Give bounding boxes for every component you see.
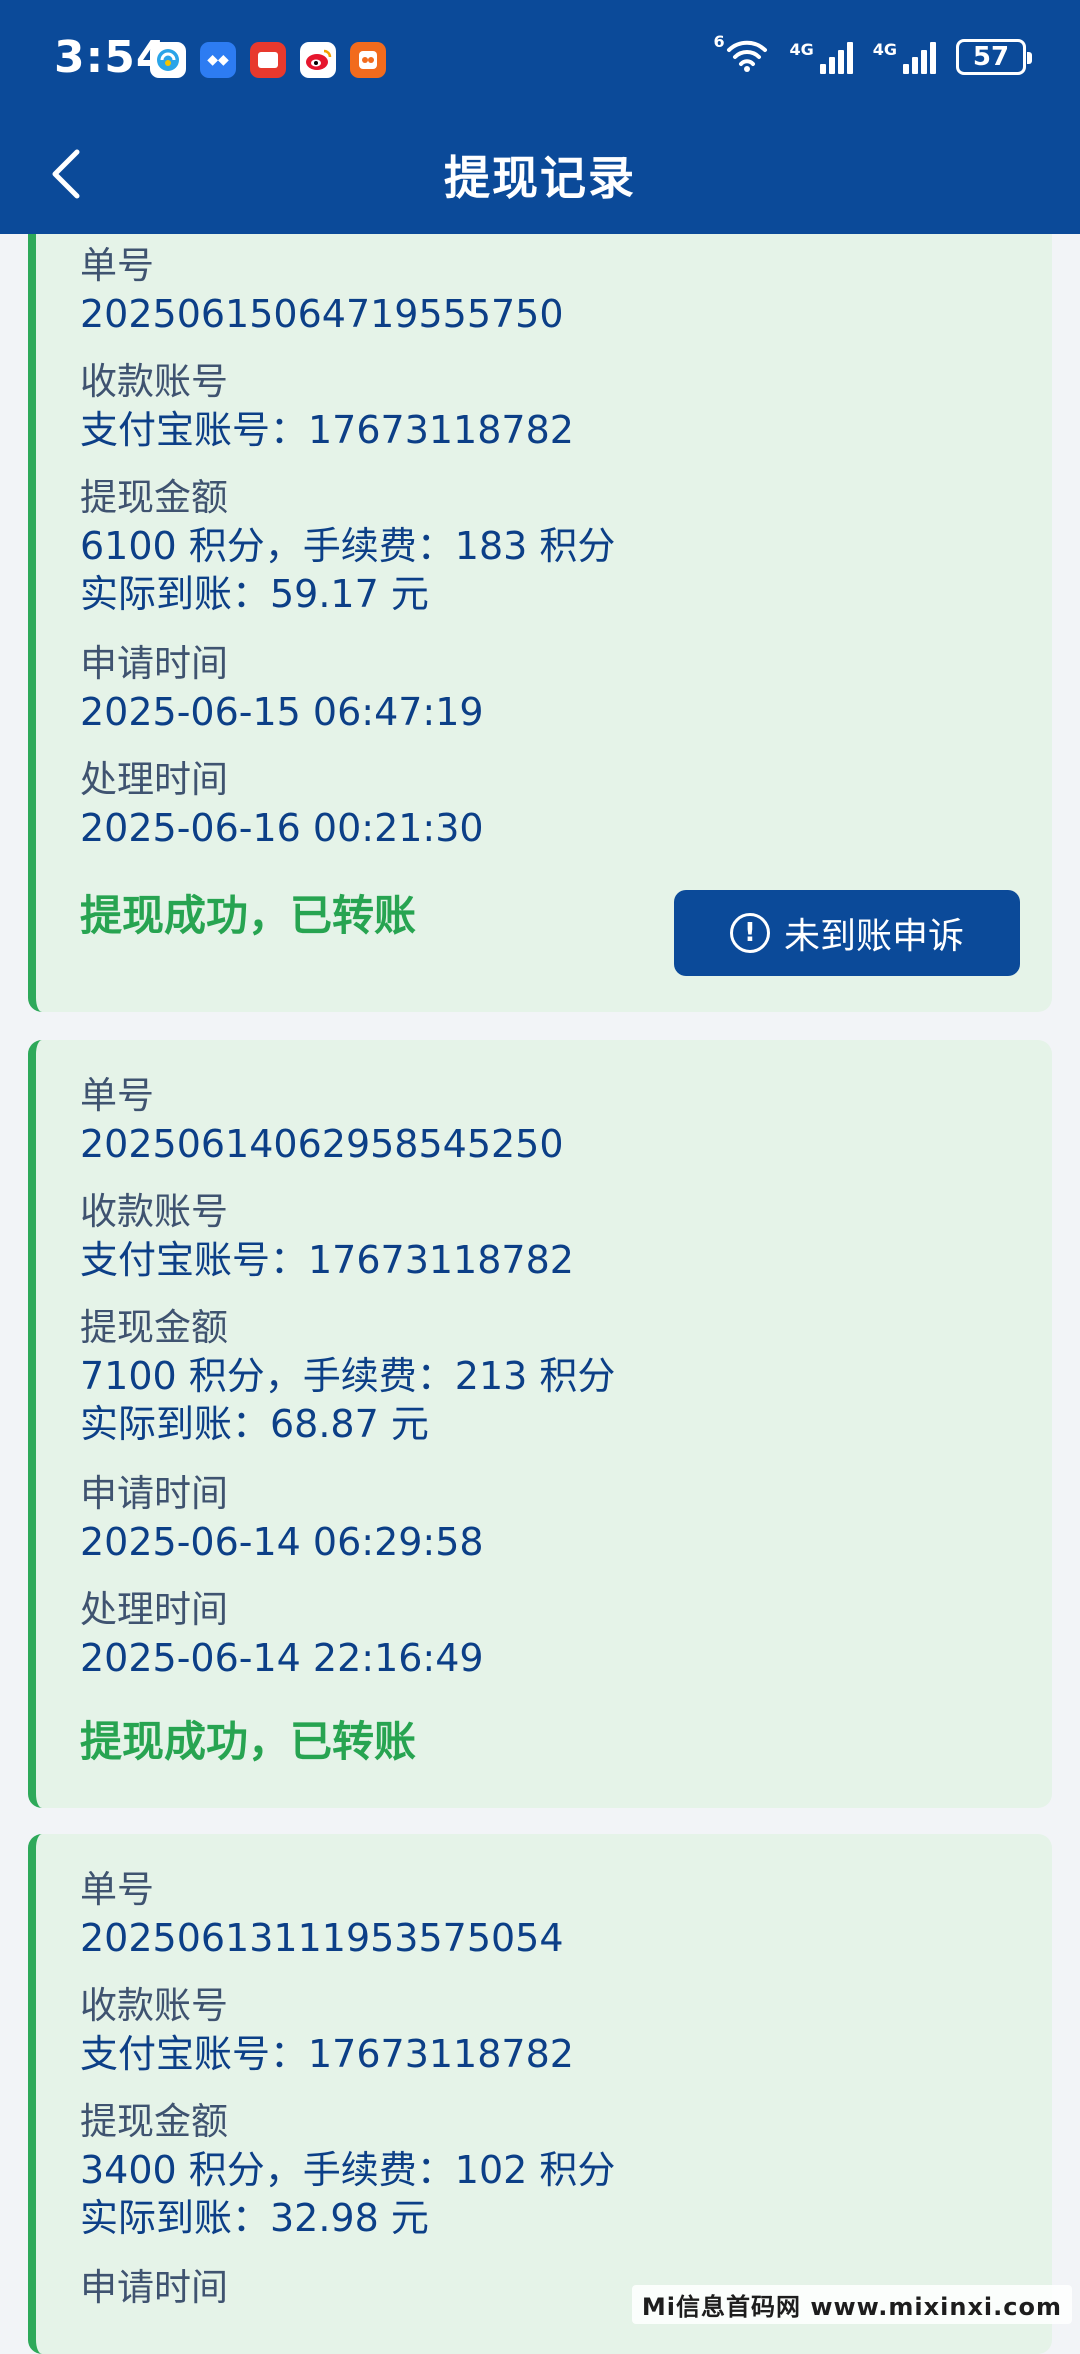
apply-time-field: 申请时间 2025-06-14 06:29:58 bbox=[80, 1470, 484, 1566]
amount-label: 提现金额 bbox=[80, 1304, 615, 1352]
order-no-value: 20250613111953575054 bbox=[80, 1914, 564, 1962]
order-no-field: 单号 20250613111953575054 bbox=[80, 1866, 564, 1962]
amount-field: 提现金额 6100 积分，手续费：183 积分 实际到账：59.17 元 bbox=[80, 474, 615, 618]
nav-bar: 提现记录 bbox=[0, 124, 1080, 234]
process-time-field: 处理时间 2025-06-16 00:21:30 bbox=[80, 756, 484, 852]
apply-time-label: 申请时间 bbox=[80, 2264, 228, 2312]
process-time-label: 处理时间 bbox=[80, 756, 484, 804]
account-field: 收款账号 支付宝账号：17673118782 bbox=[80, 1982, 574, 2078]
order-no-field: 单号 20250614062958545250 bbox=[80, 1072, 564, 1168]
status-bar: 3:54 ◆◆ 6 4G bbox=[0, 0, 1080, 124]
account-label: 收款账号 bbox=[80, 1982, 574, 2030]
amount-value: 7100 积分，手续费：213 积分 bbox=[80, 1352, 615, 1400]
amount-label: 提现金额 bbox=[80, 474, 615, 522]
cell-signal-icon: 4G bbox=[789, 40, 852, 74]
order-no-value: 20250614062958545250 bbox=[80, 1120, 564, 1168]
watermark: Mi信息首码网 www.mixinxi.com bbox=[632, 2285, 1072, 2324]
chat-notification-icon: ◆◆ bbox=[200, 42, 236, 78]
actual-amount-value: 实际到账：68.87 元 bbox=[80, 1400, 615, 1448]
signal-label-2: 4G bbox=[873, 40, 897, 59]
notification-icons: ◆◆ bbox=[150, 42, 386, 78]
order-no-field: 单号 20250615064719555750 bbox=[80, 242, 564, 338]
account-label: 收款账号 bbox=[80, 358, 574, 406]
apply-time-label: 申请时间 bbox=[80, 1470, 484, 1518]
order-no-label: 单号 bbox=[80, 1072, 564, 1120]
process-time-field: 处理时间 2025-06-14 22:16:49 bbox=[80, 1586, 484, 1682]
status-text: 提现成功，已转账 bbox=[80, 1708, 416, 1769]
process-time-label: 处理时间 bbox=[80, 1586, 484, 1634]
status-text: 提现成功，已转账 bbox=[80, 882, 416, 943]
record-card: 单号 20250613111953575054 收款账号 支付宝账号：17673… bbox=[28, 1834, 1052, 2354]
actual-amount-value: 实际到账：32.98 元 bbox=[80, 2194, 615, 2242]
signal-label: 4G bbox=[789, 40, 813, 59]
process-time-value: 2025-06-16 00:21:30 bbox=[80, 804, 484, 852]
order-no-value: 20250615064719555750 bbox=[80, 290, 564, 338]
shopping-icon bbox=[350, 42, 386, 78]
apply-time-value: 2025-06-15 06:47:19 bbox=[80, 688, 484, 736]
amount-field: 提现金额 3400 积分，手续费：102 积分 实际到账：32.98 元 bbox=[80, 2098, 615, 2242]
apply-time-value: 2025-06-14 06:29:58 bbox=[80, 1518, 484, 1566]
wifi-icon: 6 bbox=[725, 38, 769, 76]
account-field: 收款账号 支付宝账号：17673118782 bbox=[80, 1188, 574, 1284]
account-value: 支付宝账号：17673118782 bbox=[80, 1236, 574, 1284]
order-no-label: 单号 bbox=[80, 242, 564, 290]
account-value: 支付宝账号：17673118782 bbox=[80, 406, 574, 454]
record-card: 单号 20250614062958545250 收款账号 支付宝账号：17673… bbox=[28, 1040, 1052, 1808]
app-notification-icon bbox=[150, 42, 186, 78]
cell-signal-icon-2: 4G bbox=[873, 40, 936, 74]
record-card: 单号 20250615064719555750 收款账号 支付宝账号：17673… bbox=[28, 200, 1052, 1012]
app-header: 3:54 ◆◆ 6 4G bbox=[0, 0, 1080, 234]
appeal-button[interactable]: ! 未到账申诉 bbox=[674, 890, 1020, 976]
weibo-icon bbox=[300, 42, 336, 78]
account-label: 收款账号 bbox=[80, 1188, 574, 1236]
page-title: 提现记录 bbox=[0, 142, 1080, 208]
account-field: 收款账号 支付宝账号：17673118782 bbox=[80, 358, 574, 454]
apply-time-field: 申请时间 bbox=[80, 2264, 228, 2312]
apply-time-label: 申请时间 bbox=[80, 640, 484, 688]
mail-notification-icon bbox=[250, 42, 286, 78]
battery-icon: 57 bbox=[956, 39, 1026, 75]
amount-value: 6100 积分，手续费：183 积分 bbox=[80, 522, 615, 570]
system-icons: 6 4G 4G 57 bbox=[725, 38, 1026, 76]
account-value: 支付宝账号：17673118782 bbox=[80, 2030, 574, 2078]
actual-amount-value: 实际到账：59.17 元 bbox=[80, 570, 615, 618]
apply-time-field: 申请时间 2025-06-15 06:47:19 bbox=[80, 640, 484, 736]
exclamation-circle-icon: ! bbox=[730, 913, 770, 953]
wifi-label: 6 bbox=[713, 32, 724, 51]
appeal-button-label: 未到账申诉 bbox=[784, 907, 964, 959]
amount-field: 提现金额 7100 积分，手续费：213 积分 实际到账：68.87 元 bbox=[80, 1304, 615, 1448]
amount-value: 3400 积分，手续费：102 积分 bbox=[80, 2146, 615, 2194]
amount-label: 提现金额 bbox=[80, 2098, 615, 2146]
process-time-value: 2025-06-14 22:16:49 bbox=[80, 1634, 484, 1682]
order-no-label: 单号 bbox=[80, 1866, 564, 1914]
